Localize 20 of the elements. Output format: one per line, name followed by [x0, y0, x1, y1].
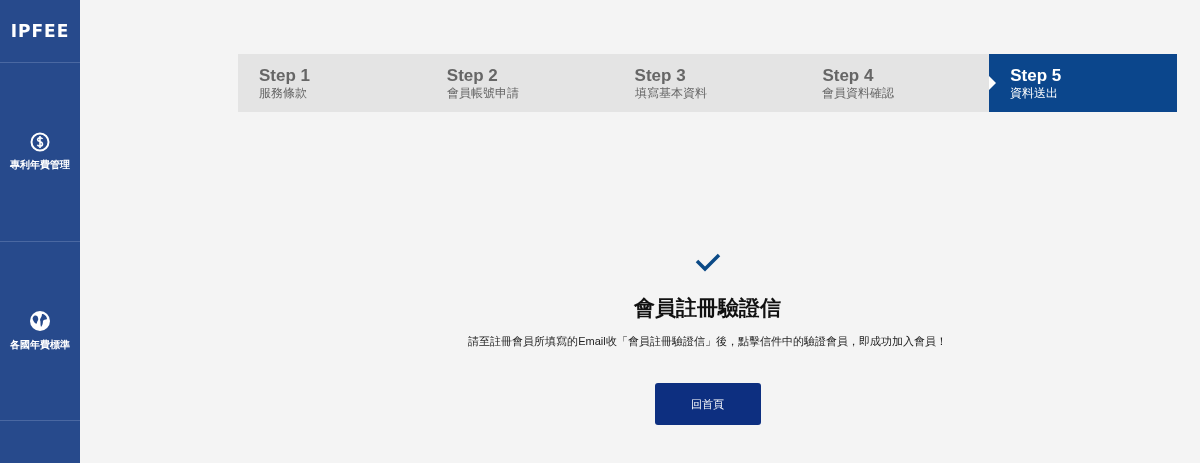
step-title: Step 4 [822, 66, 875, 86]
result-message: 請至註冊會員所填寫的Email收「會員註冊驗證信」後，點擊信件中的驗證會員，即成功加入會員！ [468, 334, 947, 349]
arrow-icon [989, 76, 997, 90]
step-title: Step 5 [1010, 66, 1063, 86]
nav-label[interactable]: 各國年費標準 [10, 338, 70, 352]
check-icon [694, 252, 721, 272]
step-title: Step 3 [634, 66, 687, 86]
nav-label[interactable]: 專利年費管理 [10, 158, 70, 172]
step-subtitle: 會員帳號申請 [446, 85, 520, 100]
dollar-icon[interactable] [30, 132, 50, 152]
globe-icon[interactable] [29, 310, 51, 332]
step-subtitle: 資料送出 [1010, 85, 1060, 100]
home-button[interactable]: 回首頁 [654, 383, 761, 425]
step-subtitle: 會員資料確認 [822, 85, 896, 100]
step-title: Step 2 [446, 66, 499, 86]
step-title: Step 1 [259, 66, 312, 86]
step-subtitle: 填寫基本資料 [634, 85, 708, 100]
logo[interactable]: IPFEE [10, 21, 70, 41]
result-title: 會員註冊驗證信 [634, 295, 781, 321]
step-subtitle: 服務條款 [259, 85, 308, 100]
